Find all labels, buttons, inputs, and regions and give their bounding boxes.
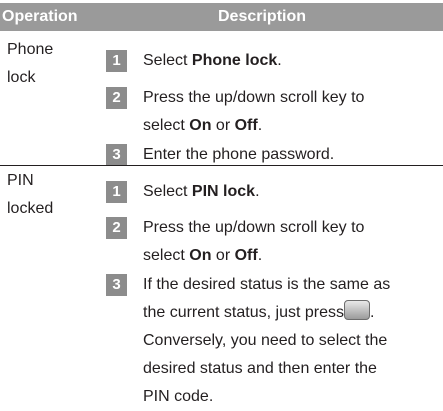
operation-pin-locked: PIN locked [7, 167, 53, 223]
step-text: Press the up/down scroll key to select O… [143, 219, 365, 264]
step-number: 3 [106, 274, 127, 296]
step-text: Select Phone lock. [143, 52, 282, 69]
row-divider [0, 165, 443, 166]
operation-label-line: lock [7, 69, 36, 86]
step-number: 1 [106, 181, 127, 203]
operation-label-line: PIN [7, 172, 34, 189]
operation-label-line: Phone [7, 41, 54, 58]
step-number: 2 [106, 87, 127, 109]
step-text: Press the up/down scroll key to select O… [143, 89, 365, 134]
operation-label-line: locked [7, 200, 54, 217]
step-text: Select PIN lock. [143, 183, 260, 200]
step-number: 2 [106, 217, 127, 239]
table-header: Operation Description [0, 3, 443, 31]
step-number: 1 [106, 50, 127, 72]
header-operation: Operation [2, 8, 78, 25]
confirm-key-icon [343, 300, 370, 320]
operation-phone-lock: Phone lock [7, 36, 53, 92]
step-number: 3 [106, 144, 127, 166]
step-text: If the desired status is the same as the… [143, 276, 391, 405]
header-description: Description [218, 8, 307, 25]
